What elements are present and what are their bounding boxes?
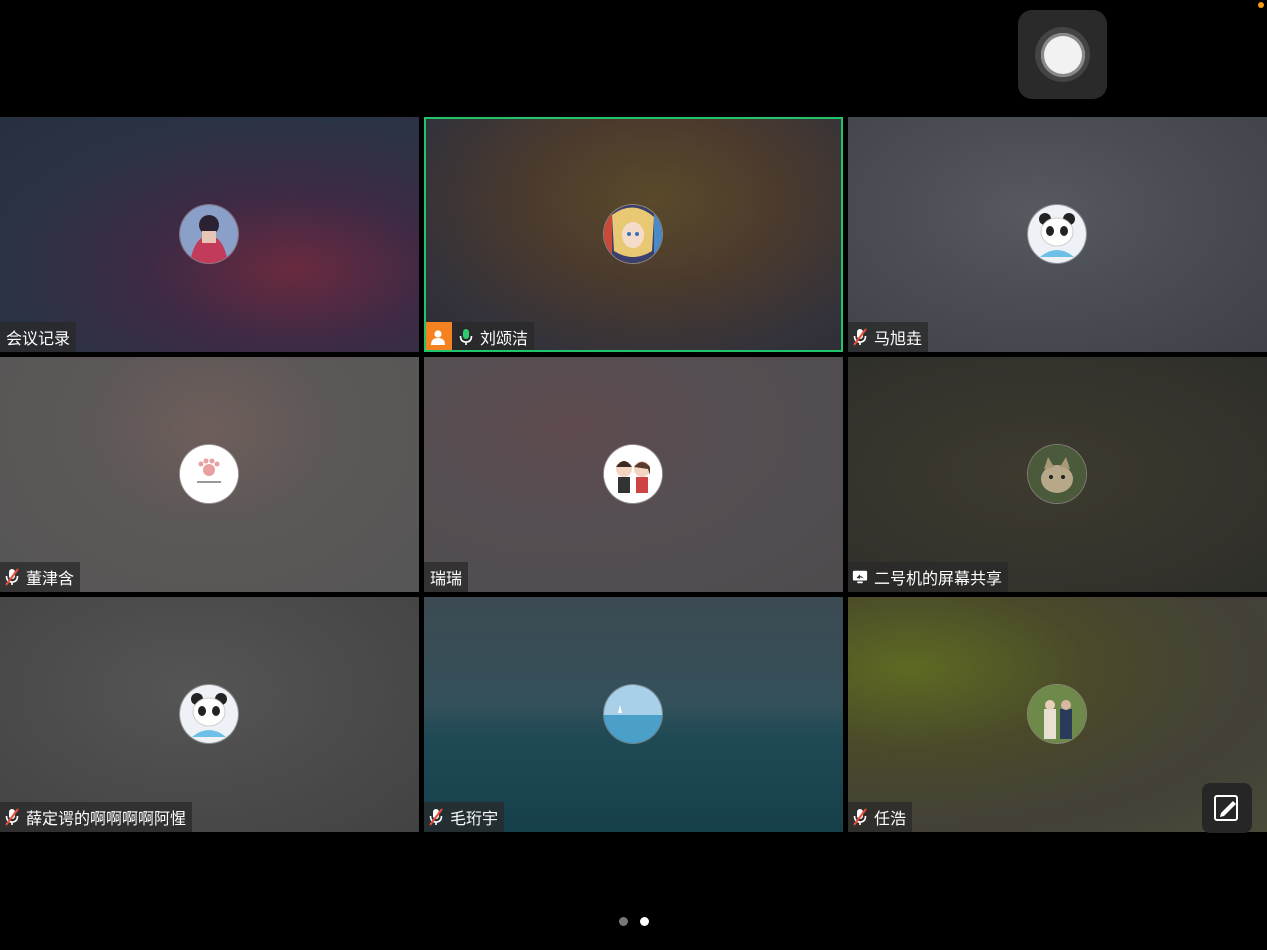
participant-avatar-cat-photo bbox=[1028, 445, 1086, 503]
participant-name: 会议记录 bbox=[6, 329, 71, 348]
participant-tile[interactable]: 薛定谔的啊啊啊啊阿惺 bbox=[0, 597, 419, 832]
microphone-muted-icon bbox=[4, 568, 20, 586]
page-dot-2-current[interactable] bbox=[639, 917, 649, 926]
participant-avatar-sea-photo bbox=[604, 685, 662, 743]
participant-avatar-panda bbox=[1028, 205, 1086, 263]
microphone-on-icon bbox=[458, 328, 474, 346]
microphone-muted-icon bbox=[852, 808, 868, 826]
microphone-muted-icon bbox=[852, 328, 868, 346]
participant-tile[interactable]: 瑞瑞 bbox=[424, 357, 843, 592]
participant-avatar-cartoon-couple bbox=[604, 445, 662, 503]
participant-tile[interactable]: 董津含 bbox=[0, 357, 419, 592]
participant-name: 毛珩宇 bbox=[450, 809, 499, 828]
video-grid: 会议记录 刘颂洁 马旭垚 董津含 瑞瑞 二号机的屏幕共享 薛定谔的啊啊啊啊阿惺 … bbox=[0, 117, 1267, 833]
participant-name-tag: 会议记录 bbox=[0, 322, 77, 352]
participant-name-tag: 任浩 bbox=[848, 802, 913, 832]
status-indicator-dot bbox=[1258, 2, 1264, 8]
participant-name-tag: 马旭垚 bbox=[848, 322, 929, 352]
participant-tile[interactable]: 二号机的屏幕共享 bbox=[848, 357, 1267, 592]
participant-name: 任浩 bbox=[874, 809, 907, 828]
assistive-touch-icon bbox=[1035, 27, 1090, 82]
participant-avatar-couple-photo bbox=[1028, 685, 1086, 743]
participant-name: 马旭垚 bbox=[874, 329, 923, 348]
page-dot-1[interactable] bbox=[618, 917, 628, 926]
participant-tile[interactable]: 会议记录 bbox=[0, 117, 419, 352]
assistive-touch-button[interactable] bbox=[1018, 10, 1107, 99]
participant-avatar-anime bbox=[604, 205, 662, 263]
screen-share-icon bbox=[852, 568, 868, 586]
annotate-button[interactable] bbox=[1202, 783, 1252, 833]
participant-name-tag: 刘颂洁 bbox=[424, 322, 535, 352]
participant-name-tag: 瑞瑞 bbox=[424, 562, 469, 592]
person-icon bbox=[431, 330, 445, 345]
microphone-muted-icon bbox=[4, 808, 20, 826]
participant-name: 瑞瑞 bbox=[430, 569, 463, 588]
participant-name: 董津含 bbox=[26, 569, 75, 588]
participant-name: 二号机的屏幕共享 bbox=[874, 569, 1003, 588]
participant-tile[interactable]: 毛珩宇 bbox=[424, 597, 843, 832]
participant-tile-active[interactable]: 刘颂洁 bbox=[424, 117, 843, 352]
participant-avatar-panda bbox=[180, 685, 238, 743]
participant-name-tag: 二号机的屏幕共享 bbox=[848, 562, 1009, 592]
participant-name: 薛定谔的啊啊啊啊阿惺 bbox=[26, 809, 187, 828]
host-badge bbox=[424, 322, 452, 352]
participant-name: 刘颂洁 bbox=[480, 329, 529, 348]
participant-name-tag: 董津含 bbox=[0, 562, 81, 592]
participant-avatar-paw-logo bbox=[180, 445, 238, 503]
participant-avatar-girl-photo bbox=[180, 205, 238, 263]
edit-draw-icon bbox=[1214, 795, 1238, 821]
page-indicator bbox=[0, 917, 1267, 929]
microphone-muted-icon bbox=[428, 808, 444, 826]
participant-name-tag: 薛定谔的啊啊啊啊阿惺 bbox=[0, 802, 193, 832]
participant-name-tag: 毛珩宇 bbox=[424, 802, 505, 832]
participant-tile[interactable]: 马旭垚 bbox=[848, 117, 1267, 352]
